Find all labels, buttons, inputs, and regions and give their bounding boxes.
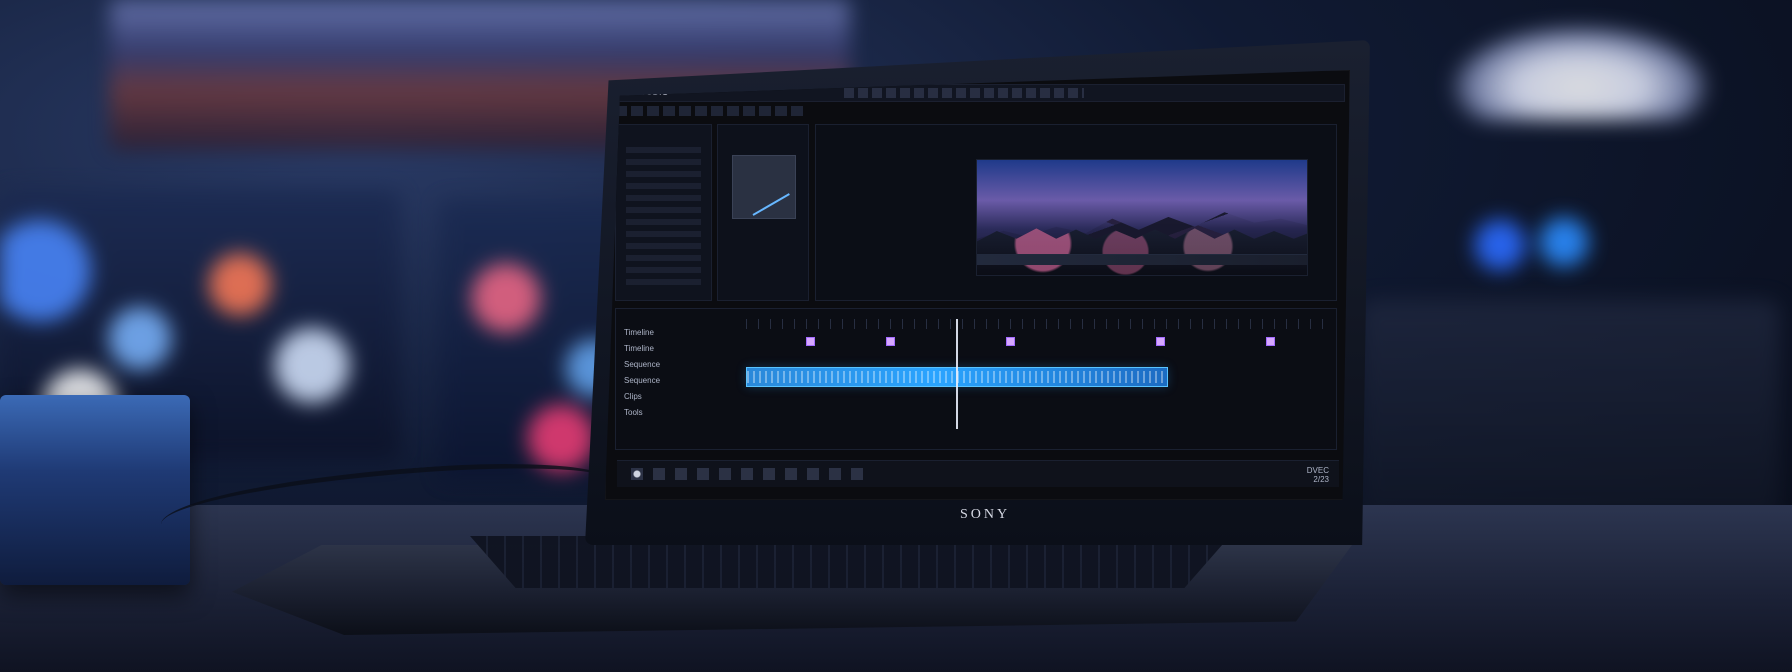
source-preview-stroke xyxy=(752,193,790,216)
timeline-panel: Timeline Timeline Sequence Sequence Clip… xyxy=(615,308,1337,450)
taskbar-tray: DVEC 2/23 xyxy=(1307,466,1329,484)
laptop-screen: E STUDIO xyxy=(605,70,1350,500)
laptop-brand: SONY xyxy=(959,507,1011,522)
taskbar-tray-bottom: 2/23 xyxy=(1313,475,1329,484)
program-monitor xyxy=(976,159,1308,276)
photo-scene: E STUDIO xyxy=(0,0,1792,672)
source-panel xyxy=(717,124,809,301)
external-drive-stack xyxy=(0,395,190,585)
os-taskbar: DVEC 2/23 xyxy=(617,460,1339,487)
editor-toolbar xyxy=(615,106,805,116)
timeline-marker xyxy=(1006,337,1015,346)
viewer-panel xyxy=(815,124,1337,301)
taskbar-tray-top: DVEC xyxy=(1306,466,1329,475)
taskbar-icons xyxy=(631,468,871,480)
timeline-label-4: Sequence xyxy=(624,376,661,385)
timeline-label-6: Tools xyxy=(624,408,643,417)
background-blue-lights xyxy=(1460,215,1620,275)
timeline-marker xyxy=(1266,337,1275,346)
viewer-scrubber xyxy=(977,254,1307,265)
topbar-icon-strip xyxy=(844,88,1084,98)
timeline-label-5: Clips xyxy=(624,392,642,401)
timeline-marker xyxy=(806,337,815,346)
left-panel xyxy=(615,124,712,301)
timeline-track-labels: Timeline Timeline Sequence Sequence Clip… xyxy=(624,325,734,425)
timeline-marker xyxy=(886,337,895,346)
timeline-label-2: Timeline xyxy=(624,344,654,353)
background-lamp xyxy=(1450,25,1710,120)
timeline-label-3: Sequence xyxy=(624,360,661,369)
timeline-marker xyxy=(1156,337,1165,346)
timeline-playhead xyxy=(956,319,958,429)
video-editor-ui: E STUDIO xyxy=(605,70,1350,500)
viewer-side-panel xyxy=(1316,159,1332,274)
timeline-label-1: Timeline xyxy=(624,328,654,337)
source-preview xyxy=(732,155,796,219)
timeline-tracks xyxy=(746,319,1326,429)
background-right-object xyxy=(1360,300,1780,520)
left-panel-content xyxy=(626,147,701,287)
timeline-ruler xyxy=(746,319,1326,329)
